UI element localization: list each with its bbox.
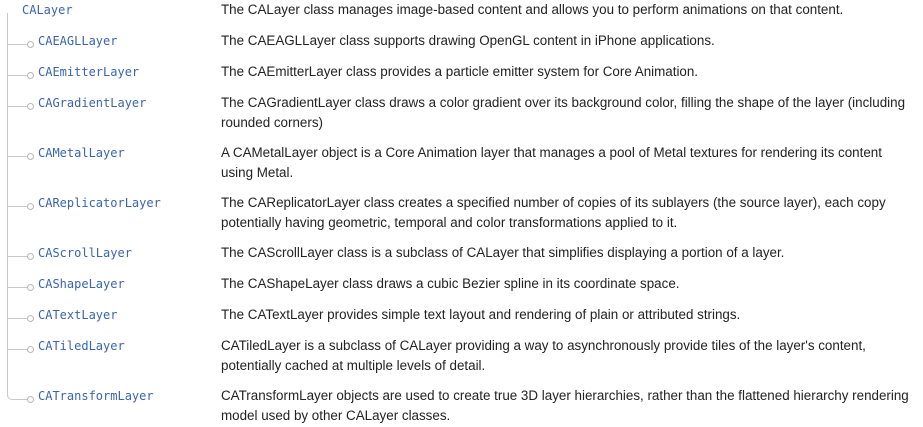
class-description: The CAShapeLayer class draws a cubic Bez… [221, 276, 680, 291]
tree-branch-end-icon [7, 391, 34, 405]
class-link-cagradientlayer[interactable]: CAGradientLayer [38, 93, 146, 113]
class-link-careplicatorlayer[interactable]: CAReplicatorLayer [38, 193, 161, 213]
tree-branch-icon [7, 252, 34, 262]
class-link-cametallayer[interactable]: CAMetalLayer [38, 143, 125, 163]
class-description: The CAEmitterLayer class provides a part… [221, 64, 699, 79]
class-link-catransformlayer[interactable]: CATransformLayer [38, 386, 154, 406]
tree-branch-icon [7, 71, 34, 81]
tree-branch-icon [7, 314, 34, 324]
class-description: A CAMetalLayer object is a Core Animatio… [221, 145, 882, 180]
class-description: The CAEAGLLayer class supports drawing O… [221, 33, 715, 48]
class-link-catiledlayer[interactable]: CATiledLayer [38, 336, 125, 356]
class-hierarchy-tree: CALayer The CALayer class manages image-… [0, 0, 923, 427]
class-description: CATransformLayer objects are used to cre… [221, 388, 909, 423]
class-description: The CATextLayer provides simple text lay… [221, 307, 741, 322]
tree-branch-icon [7, 152, 34, 162]
tree-branch-icon [7, 345, 34, 355]
class-description: The CALayer class manages image-based co… [221, 2, 844, 17]
tree-branch-icon [7, 102, 34, 112]
class-description: The CAScrollLayer class is a subclass of… [221, 245, 785, 260]
class-link-cashapelayer[interactable]: CAShapeLayer [38, 274, 125, 294]
class-link-cascrolllayer[interactable]: CAScrollLayer [38, 243, 132, 263]
class-link-calayer[interactable]: CALayer [22, 0, 73, 20]
class-link-caeagllayer[interactable]: CAEAGLLayer [38, 31, 117, 51]
class-link-caemitterlayer[interactable]: CAEmitterLayer [38, 62, 139, 82]
class-link-catextlayer[interactable]: CATextLayer [38, 305, 117, 325]
class-description: The CAReplicatorLayer class creates a sp… [221, 195, 886, 230]
tree-branch-icon [7, 202, 34, 212]
tree-branch-icon [7, 40, 34, 50]
tree-branch-icon [7, 283, 34, 293]
class-description: The CAGradientLayer class draws a color … [221, 95, 906, 130]
class-description: CATiledLayer is a subclass of CALayer pr… [221, 338, 866, 373]
